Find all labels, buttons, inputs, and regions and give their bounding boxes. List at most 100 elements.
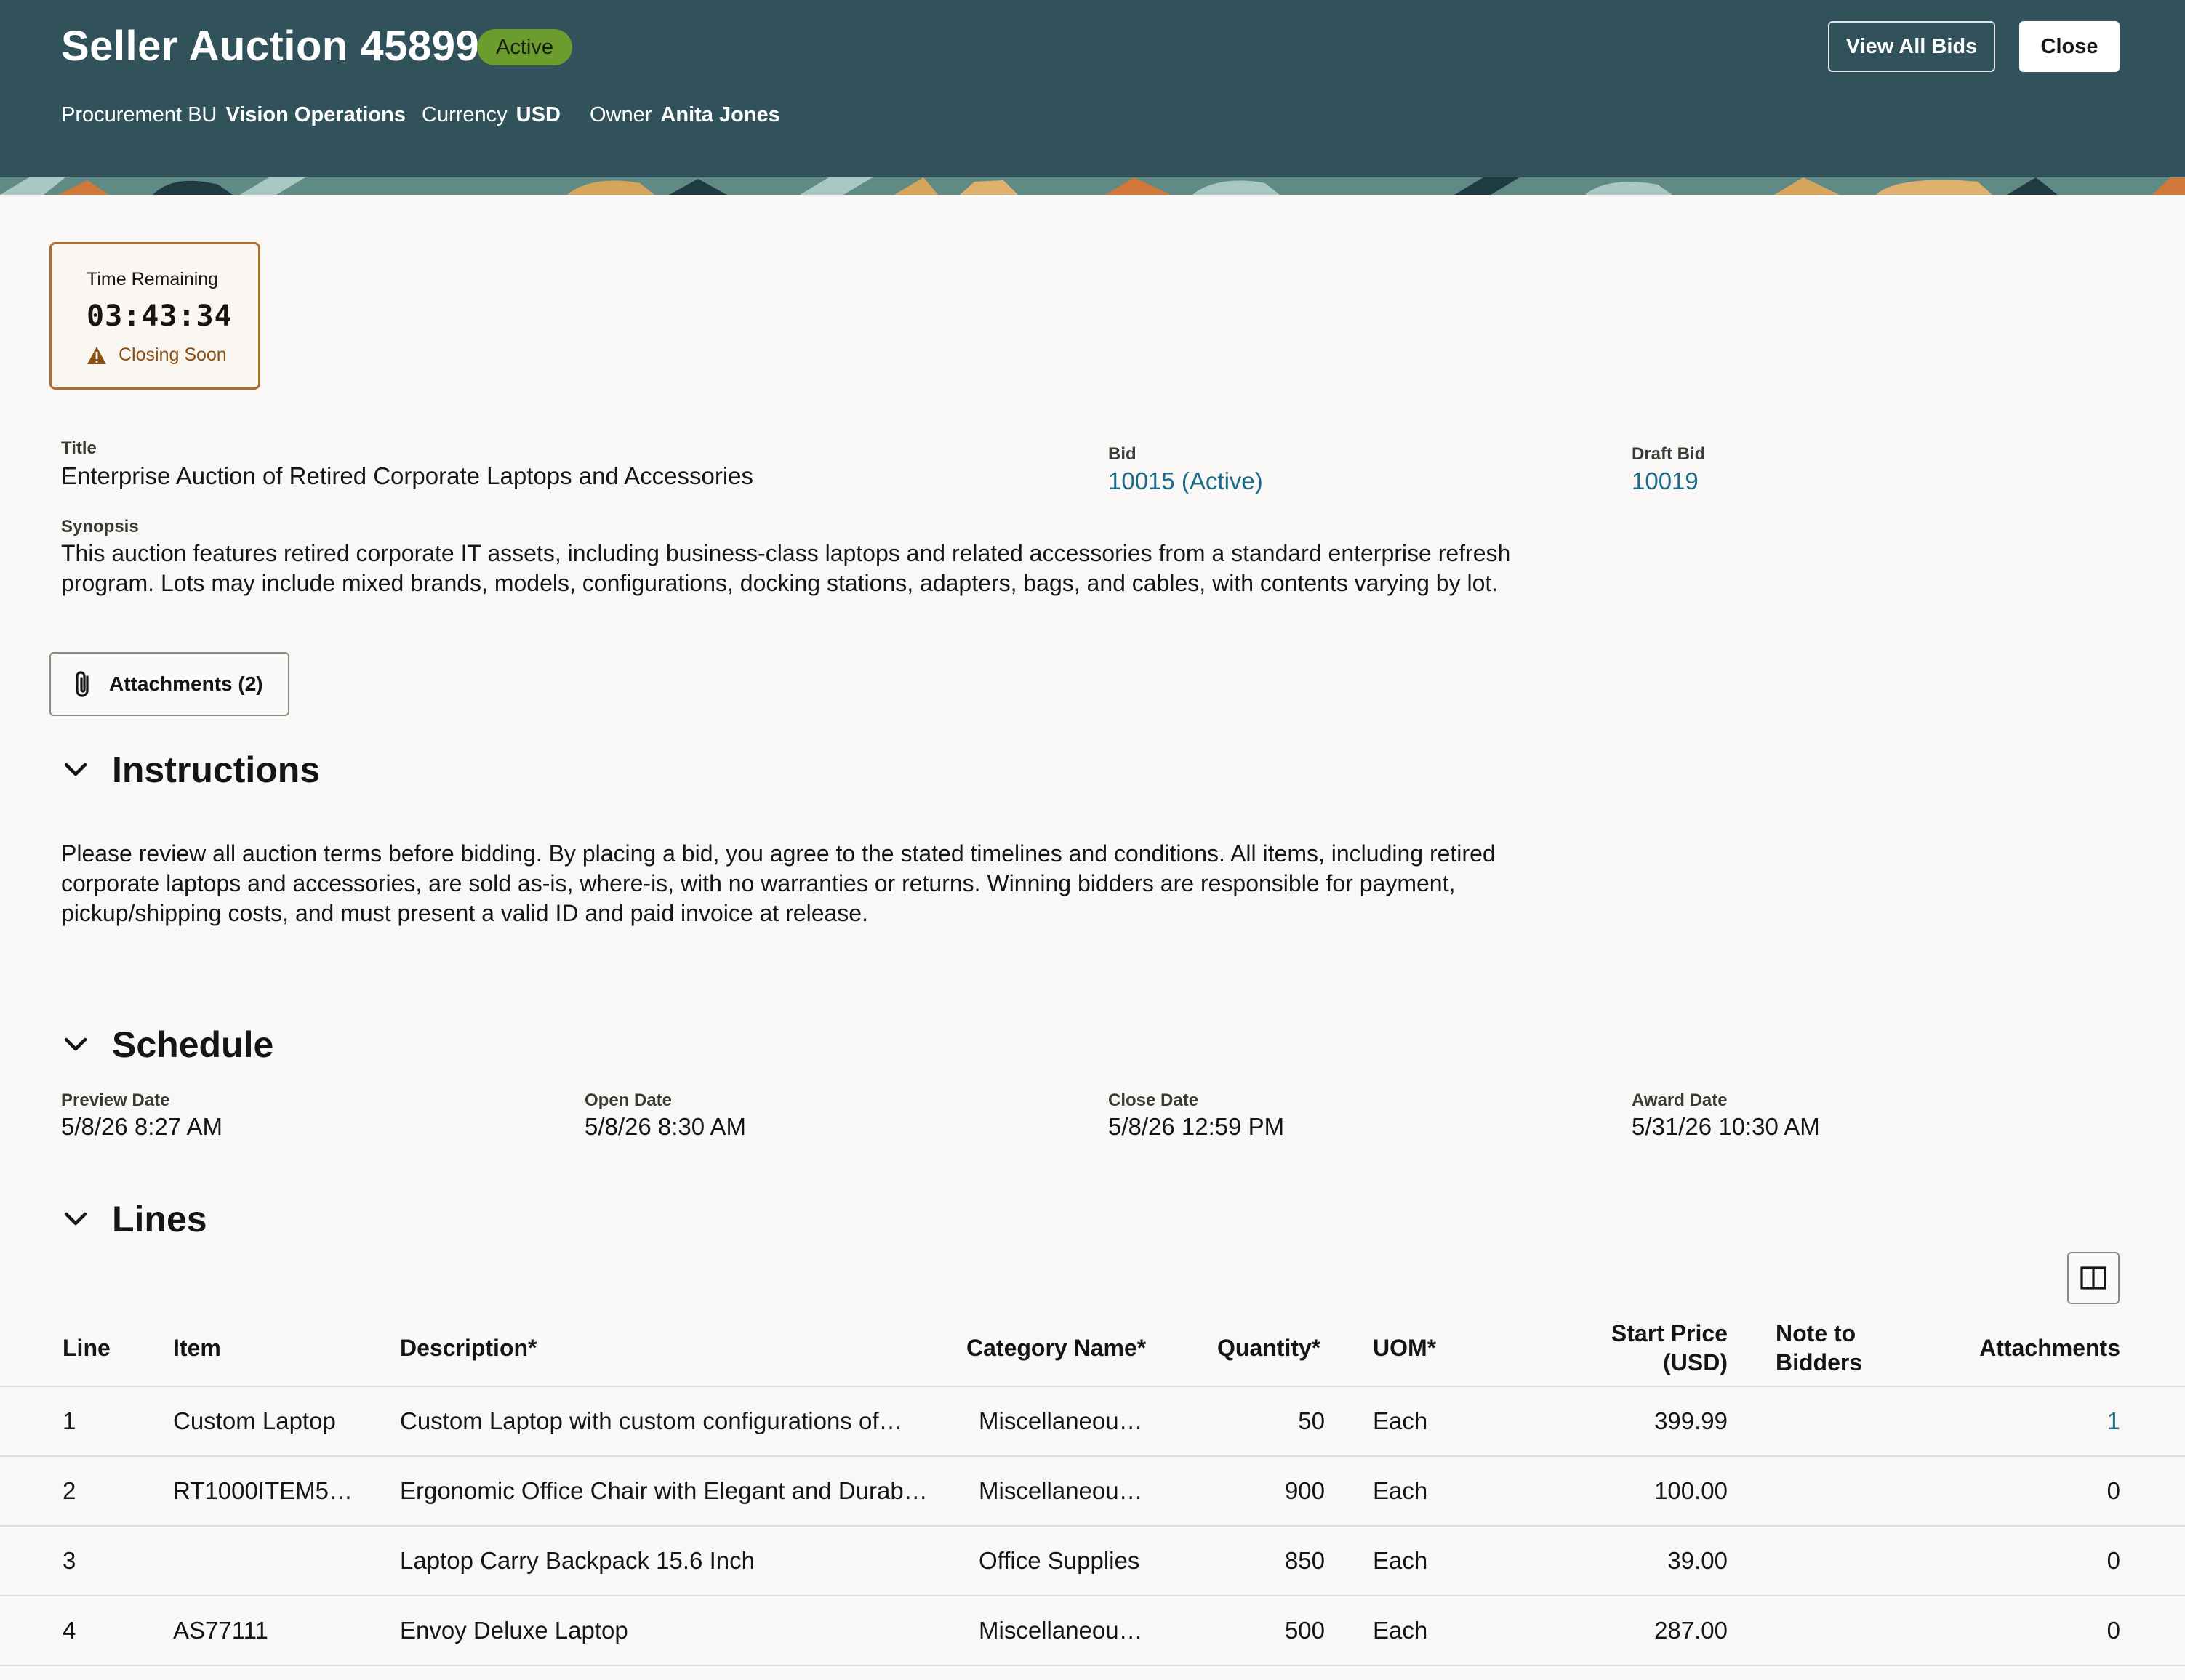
cell-quantity: 900 [1284, 1477, 1325, 1504]
synopsis-label: Synopsis [61, 517, 139, 536]
cell-uom: Each [1373, 1477, 1428, 1504]
column-header-start-price-line2: (USD) [1663, 1349, 1728, 1375]
time-remaining-label: Time Remaining [87, 269, 219, 289]
bid-label: Bid [1108, 444, 1136, 464]
column-header-start-price-line1: Start Price [1611, 1320, 1728, 1346]
cell-quantity: 850 [1284, 1547, 1325, 1574]
cell-item: RT1000ITEM5… [173, 1477, 353, 1504]
schedule-section-header[interactable]: Schedule [61, 1024, 273, 1066]
column-header-description[interactable]: Description* [400, 1333, 537, 1362]
owner: Owner Anita Jones [590, 103, 780, 127]
cell-attachments: 0 [2106, 1477, 2120, 1504]
synopsis-text: This auction features retired corporate … [61, 540, 1511, 596]
procurement-bu-label: Procurement BU [61, 103, 217, 126]
attachments-button-label: Attachments (2) [109, 672, 263, 695]
cell-line: 3 [63, 1547, 76, 1574]
table-header-divider [0, 1386, 2185, 1387]
column-header-uom[interactable]: UOM* [1373, 1333, 1436, 1362]
instructions-text: Please review all auction terms before b… [61, 840, 1496, 926]
open-date-value: 5/8/26 8:30 AM [585, 1113, 746, 1140]
owner-value: Anita Jones [660, 103, 780, 126]
cell-start-price: 39.00 [1667, 1547, 1728, 1574]
cell-attachments: 0 [2106, 1617, 2120, 1644]
cell-start-price: 100.00 [1654, 1477, 1728, 1504]
attachments-count-link[interactable]: 1 [1975, 1407, 2120, 1435]
column-header-line[interactable]: Line [63, 1333, 111, 1362]
page-header: Seller Auction 45899 Active Procurement … [0, 0, 2185, 195]
column-header-note-to-bidders[interactable]: Note to Bidders [1776, 1319, 1862, 1377]
column-header-attachments[interactable]: Attachments [1902, 1333, 2120, 1362]
time-remaining-card: Time Remaining 03:43:34 Closing Soon [49, 242, 260, 390]
instructions-heading: Instructions [112, 749, 321, 790]
columns-icon [2080, 1266, 2106, 1290]
close-button[interactable]: Close [2019, 21, 2120, 72]
instructions-section-header[interactable]: Instructions [61, 749, 320, 791]
column-header-start-price[interactable]: Start Price (USD) [1582, 1319, 1728, 1377]
cell-category: Miscellaneou… [979, 1617, 1143, 1644]
chevron-down-icon[interactable] [61, 1030, 90, 1059]
paperclip-icon [76, 671, 89, 697]
lines-heading: Lines [112, 1199, 207, 1239]
view-all-bids-button[interactable]: View All Bids [1828, 21, 1995, 72]
currency: Currency USD [422, 103, 561, 127]
cell-uom: Each [1373, 1547, 1428, 1574]
column-header-category[interactable]: Category Name* [966, 1333, 1146, 1362]
time-remaining-value: 03:43:34 [87, 300, 233, 333]
chevron-down-icon[interactable] [61, 1205, 90, 1234]
cell-description: Custom Laptop with custom configurations… [400, 1407, 903, 1434]
closing-soon-text: Closing Soon [119, 345, 227, 365]
row-divider [0, 1525, 2185, 1527]
preview-date-value: 5/8/26 8:27 AM [61, 1113, 222, 1140]
schedule-heading: Schedule [112, 1024, 274, 1065]
currency-value: USD [516, 103, 561, 126]
open-date-label: Open Date [585, 1090, 673, 1110]
title-label: Title [61, 438, 97, 458]
cell-uom: Each [1373, 1617, 1428, 1644]
cell-category: Office Supplies [979, 1547, 1140, 1574]
owner-label: Owner [590, 103, 652, 126]
title-value: Enterprise Auction of Retired Corporate … [61, 462, 754, 489]
bid-link[interactable]: 10015 (Active) [1108, 467, 1263, 495]
status-badge: Active [477, 29, 572, 65]
procurement-bu-value: Vision Operations [225, 103, 406, 126]
preview-date-label: Preview Date [61, 1090, 170, 1110]
procurement-bu: Procurement BU Vision Operations [61, 103, 406, 127]
cell-start-price: 287.00 [1654, 1617, 1728, 1644]
row-divider [0, 1665, 2185, 1666]
column-header-note-line1: Note to [1776, 1320, 1856, 1346]
column-header-note-line2: Bidders [1776, 1349, 1863, 1375]
warning-icon [87, 346, 106, 364]
cell-description: Laptop Carry Backpack 15.6 Inch [400, 1547, 755, 1574]
cell-line: 1 [63, 1407, 76, 1434]
cell-description: Ergonomic Office Chair with Elegant and … [400, 1477, 928, 1504]
lines-section-header[interactable]: Lines [61, 1198, 207, 1240]
cell-line: 4 [63, 1617, 76, 1644]
cell-category: Miscellaneou… [979, 1407, 1143, 1434]
chevron-down-icon[interactable] [61, 755, 90, 784]
row-divider [0, 1595, 2185, 1596]
cell-item: Custom Laptop [173, 1407, 336, 1434]
award-date-value: 5/31/26 10:30 AM [1632, 1113, 1820, 1140]
draft-bid-label: Draft Bid [1632, 444, 1706, 464]
column-header-item[interactable]: Item [173, 1333, 221, 1362]
close-date-value: 5/8/26 12:59 PM [1108, 1113, 1285, 1140]
close-date-label: Close Date [1108, 1090, 1199, 1110]
cell-uom: Each [1373, 1407, 1428, 1434]
cell-attachments: 0 [2106, 1547, 2120, 1574]
attachments-button[interactable]: Attachments (2) [49, 652, 289, 716]
closing-soon-warning: Closing Soon [87, 345, 227, 366]
cell-line: 2 [63, 1477, 76, 1504]
draft-bid-link[interactable]: 10019 [1632, 467, 1699, 495]
award-date-label: Award Date [1632, 1090, 1728, 1110]
currency-label: Currency [422, 103, 508, 126]
cell-quantity: 500 [1284, 1617, 1325, 1644]
column-header-quantity[interactable]: Quantity* [1217, 1333, 1320, 1362]
cell-start-price: 399.99 [1654, 1407, 1728, 1434]
cell-category: Miscellaneou… [979, 1477, 1143, 1504]
cell-description: Envoy Deluxe Laptop [400, 1617, 628, 1644]
row-divider [0, 1455, 2185, 1457]
decorative-banner [0, 177, 2185, 195]
columns-toggle-button[interactable] [2067, 1252, 2120, 1304]
cell-quantity: 50 [1298, 1407, 1325, 1434]
page-title: Seller Auction 45899 [61, 23, 480, 70]
